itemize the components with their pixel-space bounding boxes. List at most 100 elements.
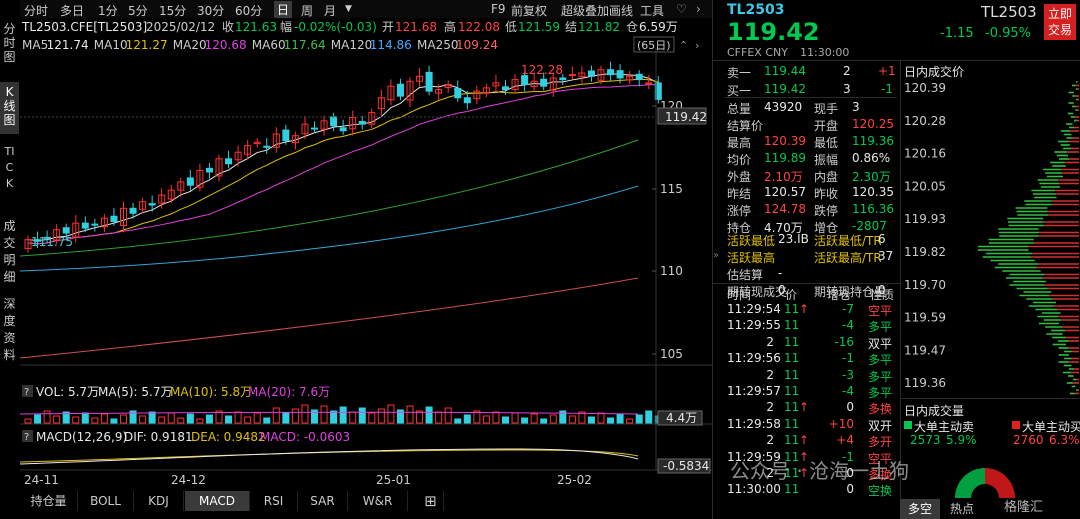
low-value: 121.59 [518,20,560,34]
sidebar-tick[interactable]: TICK [0,144,19,210]
volume-bar [645,410,653,424]
tab-hotspot[interactable]: 热点 [944,499,980,519]
tick-sep [713,283,900,284]
tick-oi-change: 0 [846,482,854,497]
plus-box-icon[interactable]: ⊞ [418,491,444,511]
dist-price-label: 120.16 [904,147,946,161]
sidebar-kline[interactable]: K线图 [0,82,19,134]
tick-header-time: 时间 [727,288,752,302]
candle-body [330,116,338,127]
tab-boll[interactable]: BOLL [78,491,134,511]
ask-volume: 2 [843,64,851,78]
volume-bar [502,416,509,424]
chevron-up-icon[interactable]: ⌃ [679,39,688,52]
stat-value2-6: 116.36 [852,202,894,216]
extra-label-2: 估结算 [727,268,764,282]
macd-dea: DEA: 0.9482 [191,430,266,444]
fq-button[interactable]: 前复权 [511,2,547,19]
sidebar-timeshare[interactable]: 分时图 [0,22,19,70]
open-label: 开 [382,20,394,34]
distribution-labels: 120.39 120.28 120.16 120.05 119.93 119.82 119.… [904,81,946,390]
sidebar-depth[interactable]: 深度资料 [0,296,19,366]
tick-header-price: 价 [785,288,798,302]
macd-dif: DIF: 0.9181 [124,430,193,444]
trade-button[interactable]: 立即交易 [1044,4,1076,40]
period-toolbar: 分时 多日 1分 5分 15分 30分 60分 日 周 月 ▼ F9 前复权 超… [20,0,712,18]
tab-month[interactable]: 月 [324,2,336,19]
ma-value-3: 117.64 [284,38,326,52]
low-label: 低 [505,20,517,34]
stat-value-0: 43920 [764,100,803,114]
tab-30min[interactable]: 30分 [197,2,224,19]
stat-label-0: 总量 [727,102,752,116]
volume-bar [521,417,529,424]
tab-sar[interactable]: SAR [298,491,348,511]
volume-bar [81,412,89,424]
tick-time: 11:29:58 [727,416,781,431]
stat-value-2: 120.39 [764,134,806,148]
tab-oi[interactable]: 持仓量 [20,491,78,511]
close-label: 收 [222,20,234,34]
tab-60min[interactable]: 60分 [235,2,262,19]
kline-chart[interactable]: TL2503.CFE[TL2503] 2025/02/12 收 121.63 幅… [20,18,712,491]
tab-longshort[interactable]: 多空 [900,499,940,519]
tab-5min[interactable]: 5分 [128,2,148,19]
tab-15min[interactable]: 15分 [159,2,186,19]
tab-wr[interactable]: W&R [348,491,408,511]
overlay-button[interactable]: 超级叠加 [561,2,609,19]
stat-value2-0: 3 [852,100,860,114]
candle-body [587,70,595,77]
heart-icon[interactable]: ♡ [676,2,687,16]
stat-label-2: 最高 [727,136,752,150]
stat-label2-0: 现手 [814,102,839,116]
extra-value2-1: 37 [878,249,894,263]
stat-value-3: 119.89 [764,151,806,165]
ma-value-5: 109.24 [456,38,498,52]
quote-change-pct: -0.95% [985,26,1031,41]
tab-week[interactable]: 周 [301,2,313,19]
tab-timeshare[interactable]: 分时 [24,2,48,19]
brand-logo: 格隆汇 [1004,500,1044,515]
volume-gauge [955,468,1015,500]
tab-macd[interactable]: MACD [185,491,250,511]
candle-body [559,77,567,81]
tab-day[interactable]: 日 [274,1,293,18]
tick-time: 2 [766,334,774,349]
dist-top-sep [900,60,1080,61]
candle-body [205,167,213,173]
tab-1min[interactable]: 1分 [98,2,118,19]
quote-sep [713,60,900,61]
volume-bar [205,414,213,424]
book-sep [725,97,897,98]
tick-time: 11:30:00 [727,482,781,497]
candle-body [502,86,509,91]
tab-rsi[interactable]: RSI [250,491,298,511]
tab-multiday[interactable]: 多日 [60,2,84,19]
stat-label2-1: 开盘 [814,119,839,133]
chevron-right-icon[interactable]: › [696,2,701,16]
tick-price: 11 [784,433,800,448]
change-value: -0.02%(-0.03) [294,20,377,34]
collapse-icon[interactable]: » [713,250,719,261]
tick-time: 11:29:54 [727,302,781,316]
candle-body [81,222,89,229]
tick-nature: 多平 [868,320,893,335]
chevron-down-icon[interactable]: ▼ [345,4,352,14]
candle-body [91,223,99,226]
big-sell-value: 2573 [910,433,941,447]
chevron-right-icon[interactable]: › [695,39,699,52]
tools-button[interactable]: 工具 [640,2,664,19]
candle-body [425,71,433,92]
candle-body [645,82,653,85]
high-annotation: 122.28 [521,63,563,77]
stat-value2-4: 2.30万 [852,170,891,184]
draw-button[interactable]: 画线 [609,2,633,19]
dist-price-label: 120.39 [904,81,946,95]
sidebar-trades[interactable]: 成交明细 [0,218,19,288]
tab-kdj[interactable]: KDJ [134,491,184,511]
candle-body [225,158,233,165]
stat-label-3: 均价 [727,153,752,167]
x-tick-2411: 24-11 [24,473,59,487]
volume-bar [339,406,347,424]
f9-button[interactable]: F9 [491,2,506,16]
